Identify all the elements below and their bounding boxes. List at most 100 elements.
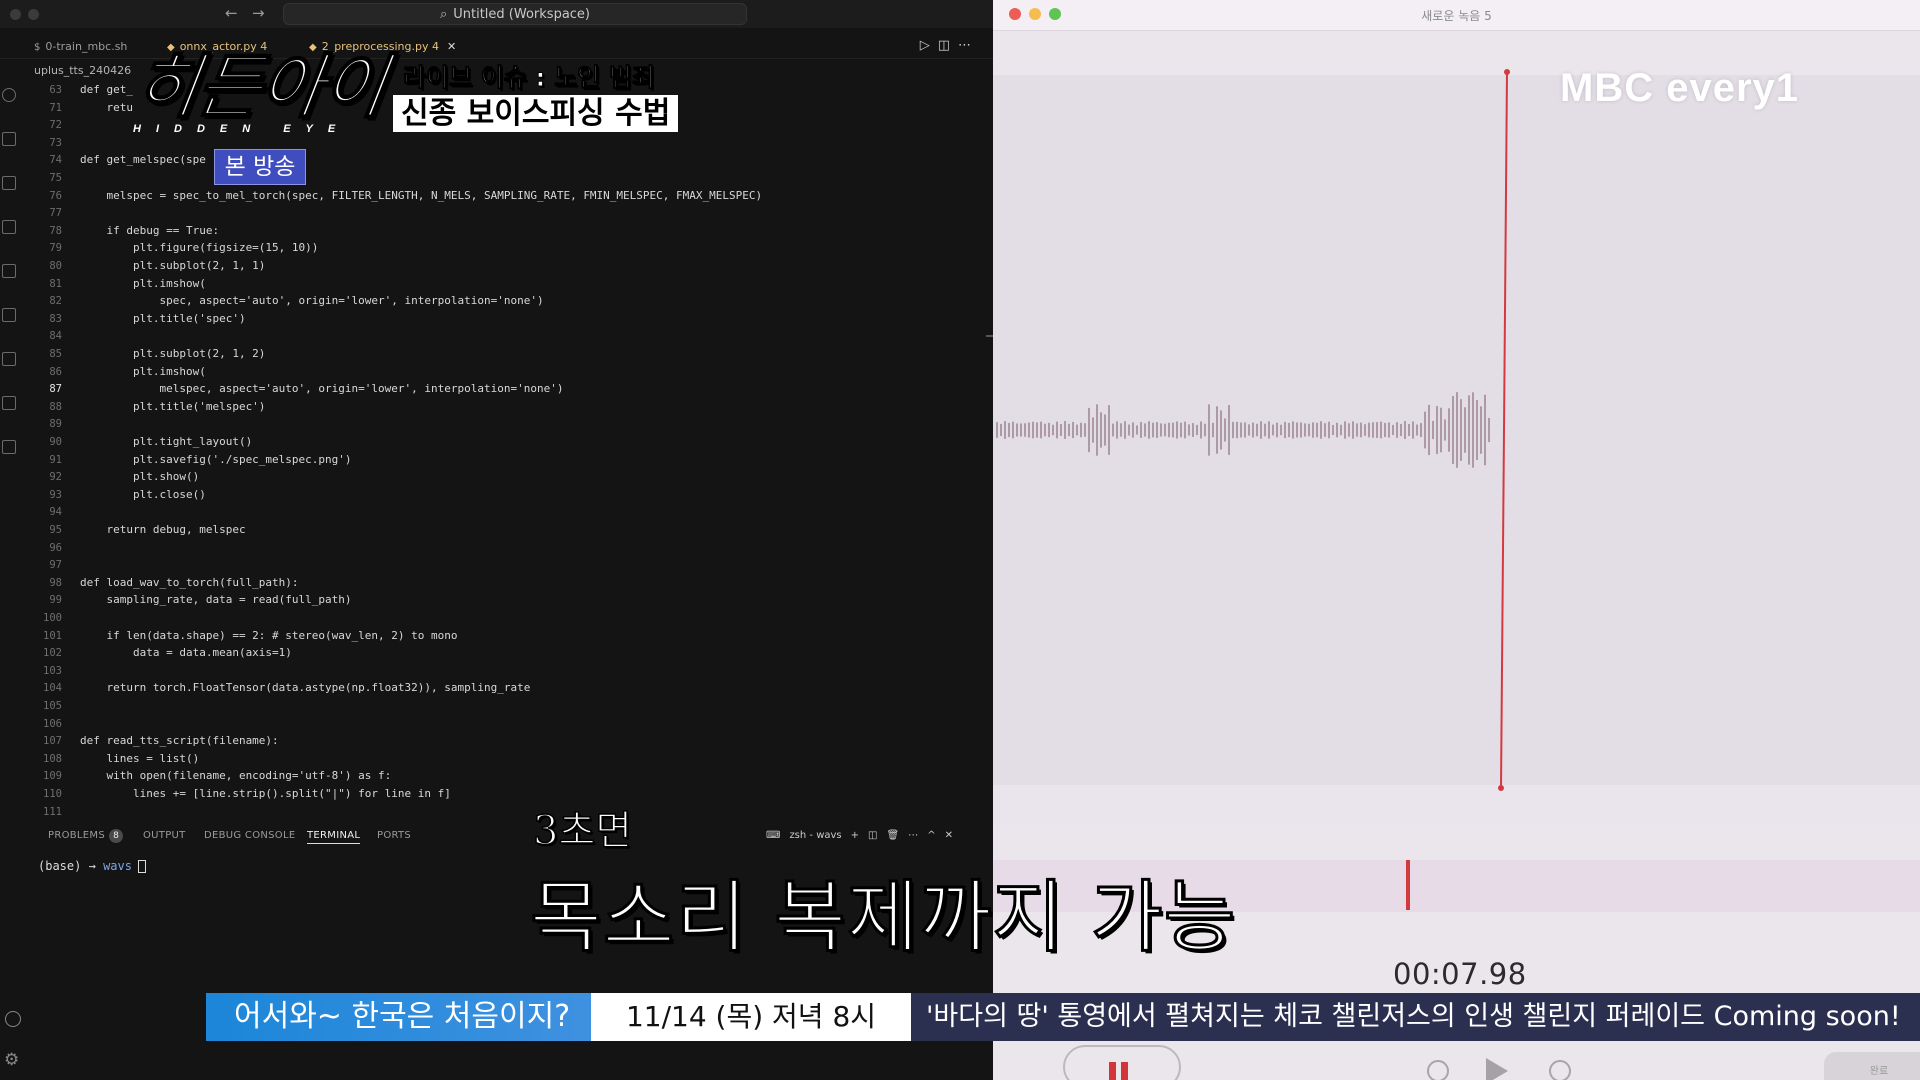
caption-small: 3초면 <box>532 807 633 855</box>
back-arrow-icon[interactable]: ← <box>225 4 238 22</box>
close-panel-icon[interactable]: ✕ <box>945 830 953 841</box>
tab-output[interactable]: OUTPUT <box>143 830 186 841</box>
terminal-name[interactable]: zsh - wavs <box>789 830 841 841</box>
code-line[interactable]: plt.close() <box>80 488 206 501</box>
new-terminal-icon[interactable]: + <box>851 830 859 841</box>
forward-arrow-icon[interactable]: → <box>252 4 265 22</box>
terminal-prompt[interactable]: (base) → wavs <box>38 859 146 873</box>
line-number: 74 <box>49 154 62 167</box>
code-line[interactable]: def get_ <box>80 83 133 96</box>
code-line[interactable]: return debug, melspec <box>80 523 245 536</box>
promo-date: 11/14 (목) 저녁 8시 <box>591 993 911 1041</box>
line-number: 104 <box>43 682 62 695</box>
more-icon[interactable]: ⋯ <box>958 38 979 53</box>
code-line[interactable]: plt.subplot(2, 1, 2) <box>80 347 265 360</box>
tab-problems[interactable]: PROBLEMS <box>48 830 105 841</box>
line-number: 86 <box>49 365 62 378</box>
database-icon[interactable] <box>2 396 16 410</box>
line-number: 91 <box>49 453 62 466</box>
tab-terminal[interactable]: TERMINAL <box>307 830 361 844</box>
split-terminal-icon[interactable]: ◫ <box>868 830 877 841</box>
trash-icon[interactable]: 🗑 <box>886 830 899 841</box>
line-number: 109 <box>43 770 62 783</box>
problems-count-badge: 8 <box>109 829 123 843</box>
window-minimize-dot[interactable] <box>28 9 39 20</box>
breadcrumb[interactable]: uplus_tts_240426 <box>34 64 131 77</box>
line-number: 83 <box>49 312 62 325</box>
docker-icon[interactable] <box>2 352 16 366</box>
code-line[interactable]: lines = list() <box>80 752 199 765</box>
code-line[interactable]: plt.imshow( <box>80 365 206 378</box>
playhead[interactable] <box>993 0 1920 800</box>
code-line[interactable]: plt.tight_layout() <box>80 435 252 448</box>
conda-env: (base) <box>38 859 82 873</box>
line-number: 95 <box>49 524 62 536</box>
prompt-directory: wavs <box>103 859 132 873</box>
stack-icon[interactable] <box>2 440 16 454</box>
source-control-icon[interactable] <box>2 132 16 146</box>
code-line[interactable]: plt.savefig('./spec_melspec.png') <box>80 453 352 466</box>
code-line[interactable]: spec, aspect='auto', origin='lower', int… <box>80 294 543 307</box>
window-close-dot[interactable] <box>10 9 21 20</box>
line-number: 110 <box>43 788 62 800</box>
code-line[interactable]: plt.title('spec') <box>80 312 246 325</box>
terminal-controls: ⌨ zsh - wavs + ◫ 🗑 ⋯ ^ ✕ <box>766 830 962 841</box>
line-number: 93 <box>49 488 62 501</box>
line-number: 90 <box>49 436 62 448</box>
code-line[interactable]: def load_wav_to_torch(full_path): <box>80 576 299 589</box>
line-number: 87 <box>49 383 62 396</box>
testing-icon[interactable] <box>2 308 16 322</box>
code-line[interactable]: sampling_rate, data = read(full_path) <box>80 593 351 606</box>
code-line[interactable]: plt.subplot(2, 1, 1) <box>80 259 265 272</box>
remote-explorer-icon[interactable] <box>2 264 16 278</box>
playhead-line <box>1500 71 1508 789</box>
code-line[interactable]: lines += [line.strip().split("|") for li… <box>80 787 451 800</box>
account-icon[interactable] <box>5 1011 21 1027</box>
run-icon[interactable]: ▷ <box>920 38 938 53</box>
code-line[interactable]: with open(filename, encoding='utf-8') as… <box>80 769 391 782</box>
gear-icon[interactable]: ⚙ <box>4 1050 19 1070</box>
code-line[interactable]: if len(data.shape) == 2: # stereo(wav_le… <box>80 629 457 642</box>
code-line[interactable]: def get_melspec(spe <box>80 153 206 166</box>
caption-main: 목소리 복제까지 가능 <box>528 872 1237 965</box>
skip-back-icon[interactable] <box>1427 1060 1449 1080</box>
code-line[interactable]: return torch.FloatTensor(data.astype(np.… <box>80 681 530 694</box>
extensions-icon[interactable] <box>2 220 16 234</box>
overview-playhead[interactable] <box>1406 860 1410 910</box>
play-icon[interactable] <box>1486 1058 1508 1080</box>
code-line[interactable]: plt.show() <box>80 470 199 483</box>
code-line[interactable]: plt.figure(figsize=(15, 10)) <box>80 241 318 254</box>
skip-forward-icon[interactable] <box>1549 1060 1571 1080</box>
code-line[interactable]: melspec, aspect='auto', origin='lower', … <box>80 382 563 395</box>
tab-ports[interactable]: PORTS <box>377 830 411 841</box>
code-line[interactable]: plt.imshow( <box>80 277 206 290</box>
topic-title: 신종 보이스피싱 수법 <box>393 95 679 132</box>
vscode-titlebar: ← → ⌕ Untitled (Workspace) <box>0 0 993 28</box>
line-number: 102 <box>43 647 62 660</box>
line-number: 99 <box>49 594 62 607</box>
done-button[interactable]: 완료 <box>1824 1052 1920 1080</box>
scrollbar-marker[interactable] <box>986 335 993 337</box>
line-number: 89 <box>49 418 62 431</box>
more-icon[interactable]: ⋯ <box>908 830 918 841</box>
run-debug-icon[interactable] <box>2 176 16 190</box>
search-icon[interactable] <box>2 88 16 102</box>
code-line[interactable]: melspec = spec_to_mel_torch(spec, FILTER… <box>80 189 762 202</box>
promo-show-title: 어서와~ 한국은 처음이지? <box>206 993 591 1041</box>
code-line[interactable]: plt.title('melspec') <box>80 400 265 413</box>
split-editor-icon[interactable]: ◫ <box>938 38 958 53</box>
line-number: 82 <box>49 295 62 308</box>
code-line[interactable]: data = data.mean(axis=1) <box>80 646 292 659</box>
code-line[interactable]: retu <box>80 101 133 114</box>
channel-logo: MBC every1 <box>1560 66 1800 110</box>
line-number: 103 <box>43 664 62 677</box>
line-number: 80 <box>49 260 62 272</box>
code-line[interactable]: def read_tts_script(filename): <box>80 734 279 747</box>
code-line[interactable]: if debug == True: <box>80 224 219 237</box>
close-icon[interactable]: ✕ <box>447 40 456 53</box>
command-center-search[interactable]: ⌕ Untitled (Workspace) <box>283 3 747 25</box>
line-number: 75 <box>49 172 62 184</box>
maximize-panel-icon[interactable]: ^ <box>927 830 935 841</box>
tab-debug-console[interactable]: DEBUG CONSOLE <box>204 830 295 841</box>
tab-train-script[interactable]: $0-train_mbc.sh <box>34 40 127 53</box>
